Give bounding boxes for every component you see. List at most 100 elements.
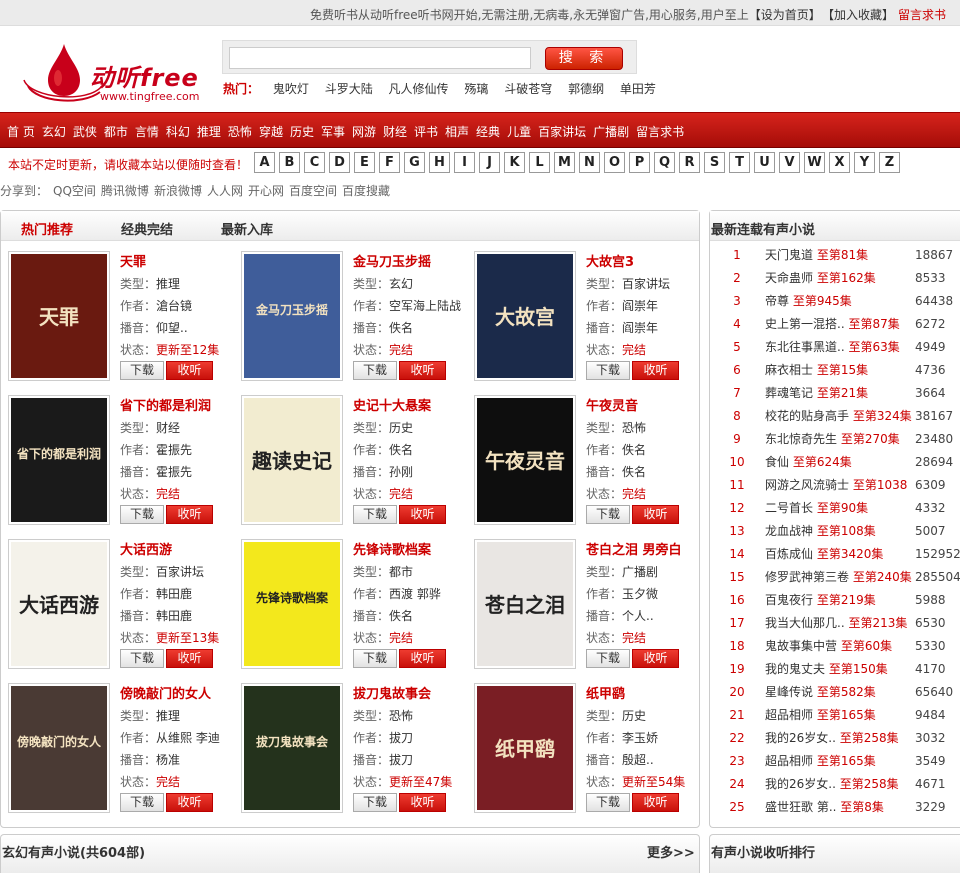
share-site-link[interactable]: QQ空间 — [53, 184, 96, 198]
serial-list-item[interactable]: 13 龙血战神 至第108集 5007 — [710, 520, 960, 543]
book-cover[interactable]: 趣读史记 — [241, 395, 343, 525]
letter-link[interactable]: G — [404, 152, 425, 173]
book-cover[interactable]: 拔刀鬼故事会 — [241, 683, 343, 813]
serial-list-item[interactable]: 3 帝尊 至第945集 64438 — [710, 290, 960, 313]
serial-list-item[interactable]: 1 天门鬼道 至第81集 18867 — [710, 244, 960, 267]
serial-name[interactable]: 修罗武神第三卷 至第240集 — [765, 566, 912, 589]
tab-latest[interactable]: 最新入库 — [221, 219, 273, 238]
letter-link[interactable]: I — [454, 152, 475, 173]
search-input[interactable] — [229, 47, 531, 69]
serial-name[interactable]: 帝尊 至第945集 — [765, 290, 852, 313]
serial-name[interactable]: 葬魂笔记 至第21集 — [765, 382, 868, 405]
listen-button[interactable]: 收听 — [166, 649, 213, 668]
serial-name[interactable]: 天命蛊师 至第162集 — [765, 267, 876, 290]
serial-name[interactable]: 食仙 至第624集 — [765, 451, 852, 474]
nav-item[interactable]: 玄幻 — [42, 123, 66, 140]
serial-list-item[interactable]: 7 葬魂笔记 至第21集 3664 — [710, 382, 960, 405]
nav-item[interactable]: 言情 — [135, 123, 159, 140]
serial-list-item[interactable]: 20 星峰传说 至第582集 65640 — [710, 681, 960, 704]
serial-list-item[interactable]: 10 食仙 至第624集 28694 — [710, 451, 960, 474]
hot-keyword[interactable]: 郭德纲 — [568, 82, 604, 96]
book-cover[interactable]: 先锋诗歌档案 — [241, 539, 343, 669]
serial-list-item[interactable]: 17 我当大仙那几.. 至第213集 6530 — [710, 612, 960, 635]
hot-keyword[interactable]: 斗破苍穹 — [504, 82, 552, 96]
listen-button[interactable]: 收听 — [166, 505, 213, 524]
book-cover[interactable]: 省下的都是利润 — [8, 395, 110, 525]
site-logo[interactable]: 动听free www.tingfree.com — [22, 40, 207, 106]
listen-button[interactable]: 收听 — [399, 361, 446, 380]
serial-list-item[interactable]: 22 我的26岁女.. 至第258集 3032 — [710, 727, 960, 750]
book-title[interactable]: 大话西游 — [120, 539, 232, 561]
more-link[interactable]: 更多>> — [647, 842, 695, 861]
nav-item[interactable]: 恐怖 — [228, 123, 252, 140]
serial-list-item[interactable]: 14 百炼成仙 至第3420集 1529528 — [710, 543, 960, 566]
nav-item[interactable]: 都市 — [104, 123, 128, 140]
serial-list-item[interactable]: 9 东北惊奇先生 至第270集 23480 — [710, 428, 960, 451]
letter-link[interactable]: L — [529, 152, 550, 173]
serial-name[interactable]: 超品相师 至第165集 — [765, 704, 876, 727]
book-cover[interactable]: 天罪 — [8, 251, 110, 381]
listen-button[interactable]: 收听 — [632, 793, 679, 812]
download-button[interactable]: 下载 — [353, 361, 397, 380]
book-title[interactable]: 先锋诗歌档案 — [353, 539, 465, 561]
serial-name[interactable]: 星峰传说 至第582集 — [765, 681, 876, 704]
nav-item[interactable]: 留言求书 — [636, 123, 684, 140]
serial-list-item[interactable]: 11 网游之风流骑士 至第1038 6309 — [710, 474, 960, 497]
letter-link[interactable]: R — [679, 152, 700, 173]
download-button[interactable]: 下载 — [120, 649, 164, 668]
book-cover[interactable]: 大话西游 — [8, 539, 110, 669]
letter-link[interactable]: Y — [854, 152, 875, 173]
add-favorite-link[interactable]: 【加入收藏】 — [822, 6, 894, 23]
letter-link[interactable]: H — [429, 152, 450, 173]
listen-button[interactable]: 收听 — [632, 649, 679, 668]
letter-link[interactable]: M — [554, 152, 575, 173]
download-button[interactable]: 下载 — [586, 505, 630, 524]
nav-item[interactable]: 首 页 — [7, 123, 35, 140]
serial-name[interactable]: 盛世狂歌 第.. 至第8集 — [765, 796, 884, 819]
share-site-link[interactable]: 腾讯微博 — [101, 184, 149, 198]
nav-item[interactable]: 广播剧 — [593, 123, 629, 140]
hot-keyword[interactable]: 单田芳 — [620, 82, 656, 96]
listen-button[interactable]: 收听 — [166, 793, 213, 812]
listen-button[interactable]: 收听 — [399, 649, 446, 668]
book-cover[interactable]: 苍白之泪 — [474, 539, 576, 669]
tab-hot[interactable]: 热门推荐 — [21, 219, 73, 238]
hot-keyword[interactable]: 凡人修仙传 — [389, 82, 449, 96]
hot-keyword[interactable]: 鬼吹灯 — [273, 82, 309, 96]
letter-link[interactable]: E — [354, 152, 375, 173]
serial-list-item[interactable]: 15 修罗武神第三卷 至第240集 285504 — [710, 566, 960, 589]
serial-name[interactable]: 我的26岁女.. 至第258集 — [765, 773, 899, 796]
nav-item[interactable]: 评书 — [414, 123, 438, 140]
letter-link[interactable]: X — [829, 152, 850, 173]
nav-item[interactable]: 穿越 — [259, 123, 283, 140]
serial-list-item[interactable]: 6 麻衣相士 至第15集 4736 — [710, 359, 960, 382]
letter-link[interactable]: N — [579, 152, 600, 173]
serial-list-item[interactable]: 2 天命蛊师 至第162集 8533 — [710, 267, 960, 290]
book-cover[interactable]: 午夜灵音 — [474, 395, 576, 525]
share-site-link[interactable]: 百度搜藏 — [342, 184, 390, 198]
letter-link[interactable]: Z — [879, 152, 900, 173]
letter-link[interactable]: S — [704, 152, 725, 173]
serial-name[interactable]: 我当大仙那几.. 至第213集 — [765, 612, 907, 635]
nav-item[interactable]: 科幻 — [166, 123, 190, 140]
book-cover[interactable]: 大故宫 — [474, 251, 576, 381]
serial-name[interactable]: 百鬼夜行 至第219集 — [765, 589, 876, 612]
listen-button[interactable]: 收听 — [632, 505, 679, 524]
search-button[interactable]: 搜 索 — [545, 47, 623, 70]
nav-item[interactable]: 财经 — [383, 123, 407, 140]
listen-button[interactable]: 收听 — [399, 505, 446, 524]
serial-list-item[interactable]: 19 我的鬼丈夫 至第150集 4170 — [710, 658, 960, 681]
serial-name[interactable]: 我的26岁女.. 至第258集 — [765, 727, 899, 750]
book-title[interactable]: 拔刀鬼故事会 — [353, 683, 465, 705]
letter-link[interactable]: D — [329, 152, 350, 173]
letter-link[interactable]: F — [379, 152, 400, 173]
serial-name[interactable]: 天门鬼道 至第81集 — [765, 244, 868, 267]
book-title[interactable]: 天罪 — [120, 251, 232, 273]
nav-item[interactable]: 儿童 — [507, 123, 531, 140]
serial-name[interactable]: 网游之风流骑士 至第1038 — [765, 474, 907, 497]
download-button[interactable]: 下载 — [586, 793, 630, 812]
download-button[interactable]: 下载 — [586, 361, 630, 380]
serial-name[interactable]: 麻衣相士 至第15集 — [765, 359, 868, 382]
nav-item[interactable]: 经典 — [476, 123, 500, 140]
listen-button[interactable]: 收听 — [399, 793, 446, 812]
